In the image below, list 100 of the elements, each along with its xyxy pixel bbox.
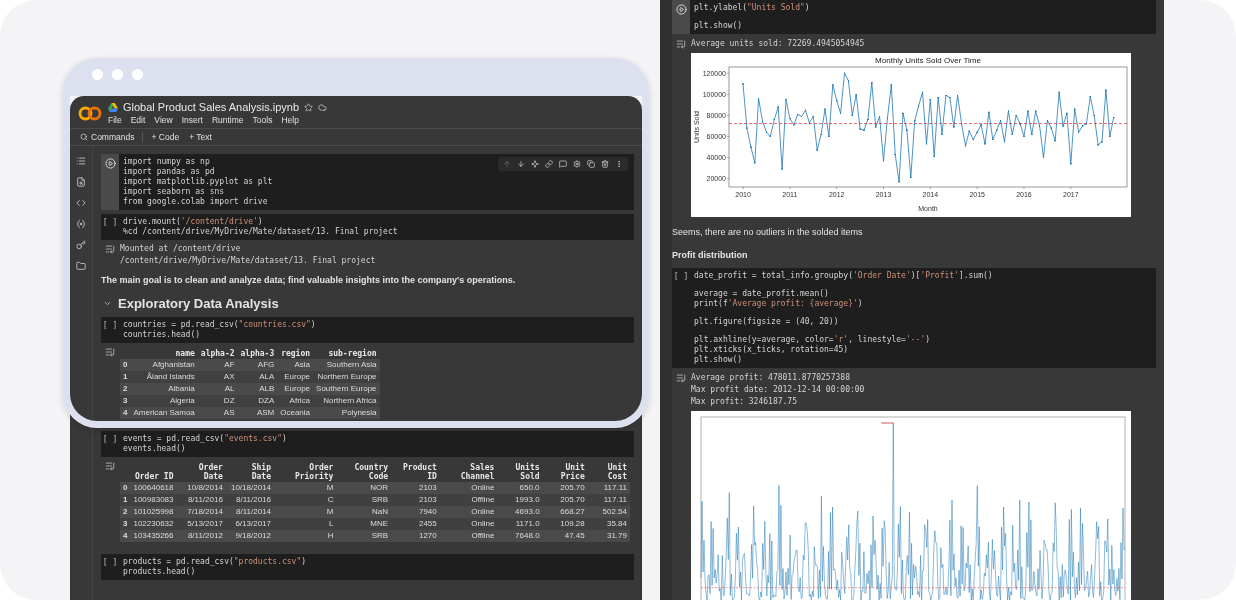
table-cell: 101025998 [130, 506, 177, 518]
table-cell: 100640618 [130, 482, 177, 494]
code-icon[interactable] [76, 198, 86, 208]
commands-button[interactable]: Commands [78, 131, 137, 143]
table-cell: 8/11/2014 [225, 506, 274, 518]
code-cell[interactable]: [ ] events = pd.read_csv("events.csv") events.head() [101, 431, 634, 457]
code-cell[interactable]: [ ] products = pd.read_csv("products.csv") products.head() [101, 554, 634, 580]
table-cell: 7940 [391, 506, 440, 518]
add-code-button[interactable]: + Code [149, 131, 182, 143]
run-marker[interactable]: [ ] [102, 321, 118, 331]
add-text-button[interactable]: + Text [187, 131, 214, 143]
code-line: events.head() [123, 444, 187, 454]
file-name[interactable]: Global Product Sales Analysis.ipynb [123, 101, 300, 113]
code-line: plt.xticks(x_ticks, rotation=45) [694, 345, 850, 355]
table-cell: C [274, 494, 337, 506]
run-marker[interactable]: [ ] [673, 272, 689, 282]
copy-icon[interactable] [587, 160, 595, 168]
comment-icon[interactable] [559, 160, 567, 168]
run-icon[interactable] [104, 158, 116, 169]
table-cell: AFG [237, 359, 278, 371]
column-header: sub-region [313, 348, 380, 359]
run-marker[interactable]: [ ] [102, 435, 118, 445]
code-cell[interactable]: [ ] drive.mount('/content/drive') %cd /content/drive/MyDrive/Mate/dataset/13. Final project [101, 214, 634, 240]
table-cell: 502.54 [587, 506, 630, 518]
code-line: plt.ylabel("Units Sold") [694, 3, 810, 13]
code-cell[interactable] [672, 268, 1156, 368]
table-cell: 7648.0 [497, 530, 543, 542]
key-icon[interactable] [76, 240, 86, 250]
output-icon[interactable] [105, 461, 115, 471]
section-heading: Exploratory Data Analysis [118, 296, 279, 311]
row-index: 0 [120, 359, 131, 371]
table-of-contents-icon[interactable] [76, 156, 86, 166]
table-cell: SRB [336, 530, 392, 542]
code-line: plt.show() [694, 21, 744, 31]
table-cell: 35.84 [587, 518, 630, 530]
search-icon [80, 133, 88, 141]
table-cell: Northern Europe [313, 371, 380, 383]
row-index: 3 [120, 395, 131, 407]
output-icon[interactable] [676, 373, 686, 383]
run-marker[interactable]: [ ] [102, 218, 118, 228]
table-cell: Southern Asia [313, 359, 380, 371]
output-text: Max profit date: 2012-12-14 00:00:00 [691, 385, 866, 395]
table-cell: Oceania [277, 407, 314, 419]
text-paragraph: The main goal is to clean and analyze data; find valuable insights into the company's operations. [101, 274, 517, 287]
table-cell: 103435266 [130, 530, 177, 542]
more-icon[interactable] [615, 160, 623, 168]
code-cell[interactable]: plt.ylabel("Units Sold") plt.show() [672, 0, 1156, 34]
run-marker[interactable]: [ ] [102, 558, 118, 568]
code-cell[interactable]: import numpy as np import pandas as pd import matplotlib.pyplot as plt import seaborn as sns from google.colab import drive [101, 154, 634, 210]
code-line: plt.axhline(y=average, color='r', linestyle='--') [694, 335, 932, 345]
output-text: Mounted at /content/drive [120, 244, 242, 254]
table-cell: Offline [439, 530, 498, 542]
menu-item[interactable]: Insert [181, 115, 203, 125]
search-icon[interactable] [76, 177, 86, 187]
output-icon[interactable] [105, 347, 115, 357]
code-line: products.head() [123, 567, 197, 577]
chart-title: Monthly Units Sold Over Time [875, 56, 981, 65]
table-cell: Afghanistan [130, 359, 198, 371]
table-cell: 668.27 [542, 506, 588, 518]
column-header: alpha-2 [197, 348, 238, 359]
row-index: 4 [120, 407, 131, 419]
menu-item[interactable]: Edit [130, 115, 146, 125]
link-icon[interactable] [545, 160, 553, 168]
table-cell: 650.0 [497, 482, 543, 494]
run-icon[interactable] [675, 4, 687, 15]
delete-icon[interactable] [601, 160, 609, 168]
output-icon[interactable] [105, 244, 115, 254]
star-icon[interactable] [304, 102, 314, 112]
row-index: 2 [120, 383, 131, 395]
column-header: Units Sold [497, 462, 543, 482]
table-cell: 4693.0 [497, 506, 543, 518]
table-cell: Albania [130, 383, 198, 395]
cloud-icon[interactable] [318, 102, 328, 112]
table-cell: American Samoa [130, 407, 198, 419]
menu-item[interactable]: Help [281, 115, 299, 125]
column-header: name [130, 348, 198, 359]
collapse-icon[interactable] [103, 299, 112, 308]
table-cell: Europe [277, 371, 314, 383]
table-cell: DZ [197, 395, 238, 407]
move-down-icon[interactable] [517, 160, 525, 168]
menu-item[interactable]: File [108, 115, 122, 125]
sparkle-icon[interactable] [531, 160, 539, 168]
variables-icon[interactable] [76, 219, 86, 229]
table-cell: 31.79 [587, 530, 630, 542]
menu-item[interactable]: View [154, 115, 173, 125]
settings-icon[interactable] [573, 160, 581, 168]
folder-icon[interactable] [76, 261, 86, 271]
code-cell[interactable]: [ ] countries = pd.read_csv("countries.csv") countries.head() [101, 317, 634, 343]
table-cell: 9/18/2012 [225, 530, 274, 542]
column-header: region [277, 348, 314, 359]
code-line: countries.head() [123, 330, 202, 340]
code-line: drive.mount('/content/drive') [123, 217, 264, 227]
table-cell: Offline [439, 494, 498, 506]
table-cell: 8/11/2016 [176, 494, 226, 506]
code-line: print(f'Average profit: {average}') [694, 299, 864, 309]
output-icon[interactable] [676, 39, 686, 49]
column-header: Unit Price [542, 462, 588, 482]
table-cell: Polynesia [313, 407, 380, 419]
menu-item[interactable]: Runtime [211, 115, 244, 125]
menu-item[interactable]: Tools [252, 115, 273, 125]
